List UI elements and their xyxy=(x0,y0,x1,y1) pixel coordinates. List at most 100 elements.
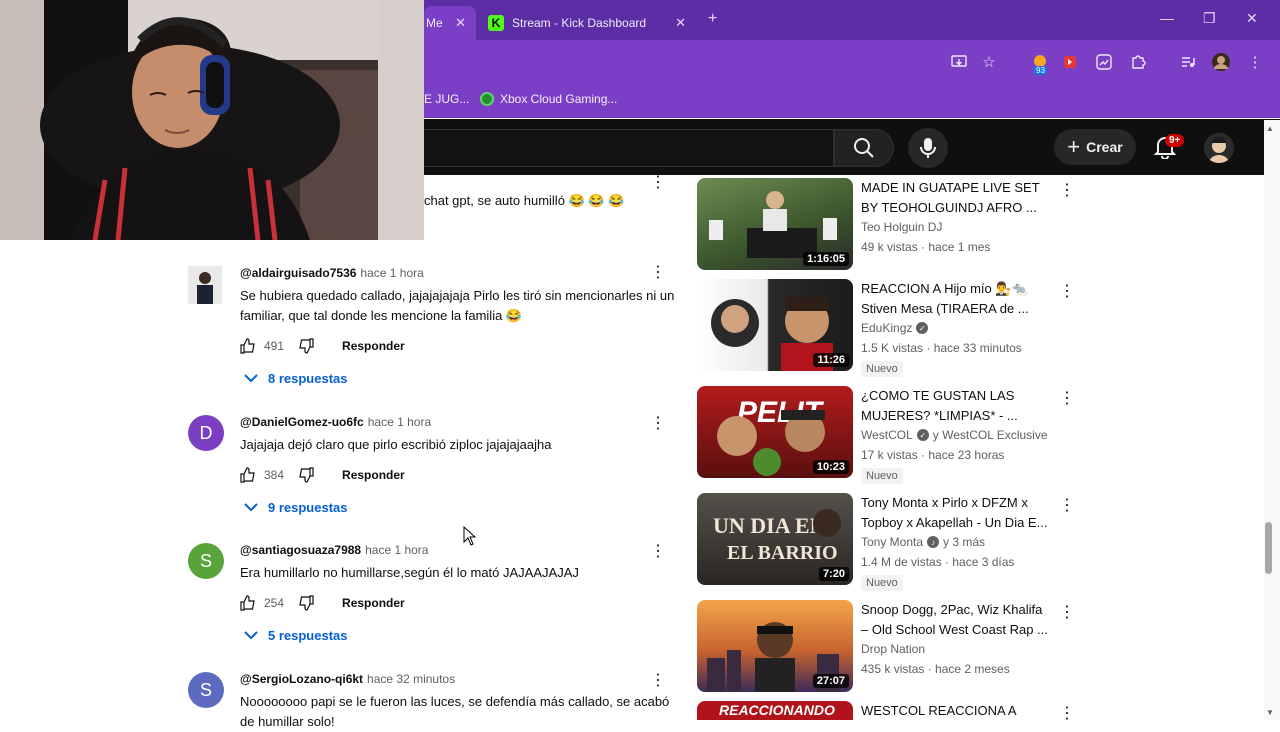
search-icon xyxy=(854,138,874,158)
minimize-button[interactable]: — xyxy=(1160,10,1174,26)
browser-menu-icon[interactable]: ⋮ xyxy=(1245,52,1265,72)
tab-kick-dashboard[interactable]: K Stream - Kick Dashboard ✕ xyxy=(478,6,696,40)
comment-author: @santiagosuaza7988 hace 1 hora xyxy=(240,543,428,557)
new-badge: Nuevo xyxy=(861,361,903,377)
video-thumbnail[interactable]: PELIT 10:23 xyxy=(697,386,853,478)
extension-chart-icon[interactable] xyxy=(1094,52,1114,72)
video-more-icon[interactable]: ⋮ xyxy=(1059,388,1075,408)
video-more-icon[interactable]: ⋮ xyxy=(1059,495,1075,515)
comment-handle[interactable]: @santiagosuaza7988 xyxy=(240,543,361,557)
reply-button[interactable]: Responder xyxy=(342,468,405,482)
scroll-up-arrow-icon[interactable]: ▲ xyxy=(1266,124,1274,133)
related-video[interactable]: PELIT 10:23 ¿COMO TE GUSTAN LAS MUJERES?… xyxy=(697,386,1077,484)
verified-music-icon: ♪ xyxy=(927,536,940,548)
create-button[interactable]: + Crear xyxy=(1054,129,1136,165)
restore-button[interactable]: ❐ xyxy=(1203,10,1216,27)
close-window-button[interactable]: ✕ xyxy=(1246,10,1258,27)
like-button[interactable] xyxy=(240,595,256,611)
replies-toggle[interactable]: 9 respuestas xyxy=(244,500,348,515)
thumbs-up-icon xyxy=(240,595,255,611)
video-thumbnail[interactable]: 1:16:05 xyxy=(697,178,853,270)
comment-handle[interactable]: @aldairguisado7536 xyxy=(240,266,356,280)
comment-more-icon[interactable]: ⋮ xyxy=(650,541,666,561)
comment-time[interactable]: hace 1 hora xyxy=(360,266,423,280)
avatar[interactable] xyxy=(188,266,222,304)
reply-button[interactable]: Responder xyxy=(342,596,405,610)
new-badge: Nuevo xyxy=(861,575,903,591)
video-title[interactable]: Snoop Dogg, 2Pac, Wiz Khalifa – Old Scho… xyxy=(861,600,1051,640)
related-video[interactable]: 11:26 REACCION A Hijo mío 👨‍⚖️🐀 Stiven M… xyxy=(697,279,1077,377)
video-title[interactable]: WESTCOL REACCIONA A xyxy=(861,701,1051,720)
video-thumbnail[interactable]: 11:26 xyxy=(697,279,853,371)
comment-time[interactable]: hace 1 hora xyxy=(365,543,428,557)
replies-toggle[interactable]: 5 respuestas xyxy=(244,628,348,643)
comment-time[interactable]: hace 1 hora xyxy=(368,415,431,429)
like-button[interactable] xyxy=(240,467,256,483)
comment-handle[interactable]: @SergioLozano-qi6kt xyxy=(240,672,363,686)
install-app-icon[interactable] xyxy=(949,52,969,72)
comment-more-icon[interactable]: ⋮ xyxy=(650,262,666,282)
comment-more-icon[interactable]: ⋮ xyxy=(650,670,666,690)
comment-more-icon[interactable]: ⋮ xyxy=(650,172,666,192)
video-channel[interactable]: Tony Monta ♪ y 3 más xyxy=(861,535,985,549)
scroll-down-arrow-icon[interactable]: ▼ xyxy=(1266,708,1274,717)
comment-handle[interactable]: @DanielGomez-uo6fc xyxy=(240,415,364,429)
voice-search-button[interactable] xyxy=(908,128,948,168)
chevron-down-icon xyxy=(244,628,258,643)
media-control-icon[interactable] xyxy=(1178,52,1198,72)
comment-time[interactable]: hace 32 minutos xyxy=(367,672,455,686)
search-button[interactable] xyxy=(834,129,894,167)
video-duration: 27:07 xyxy=(812,674,849,688)
video-thumbnail[interactable]: UN DIA EN EL BARRIO 7:20 xyxy=(697,493,853,585)
related-video[interactable]: UN DIA EN EL BARRIO 7:20 Tony Monta x Pir… xyxy=(697,493,1077,591)
video-more-icon[interactable]: ⋮ xyxy=(1059,703,1075,720)
like-button[interactable] xyxy=(240,338,256,354)
comment-more-icon[interactable]: ⋮ xyxy=(650,413,666,433)
bookmark-xbox[interactable]: Xbox Cloud Gaming... xyxy=(480,92,617,106)
video-meta: 1.4 M de vistas · hace 3 días xyxy=(861,555,1015,569)
related-video[interactable]: 27:07 Snoop Dogg, 2Pac, Wiz Khalifa – Ol… xyxy=(697,600,1077,694)
account-avatar[interactable] xyxy=(1204,133,1234,163)
video-channel[interactable]: WestCOL ✓ y WestCOL Exclusive xyxy=(861,428,1048,442)
video-thumbnail[interactable]: REACCIONANDO xyxy=(697,701,853,720)
comment-text: Noooooooo papi se le fueron las luces, s… xyxy=(240,694,670,729)
profile-avatar-icon[interactable] xyxy=(1211,52,1231,72)
video-thumbnail[interactable]: 27:07 xyxy=(697,600,853,692)
related-video[interactable]: 1:16:05 MADE IN GUATAPE LIVE SET BY TEOH… xyxy=(697,178,1077,272)
video-channel[interactable]: Teo Holguin DJ xyxy=(861,220,942,234)
avatar[interactable]: D xyxy=(188,415,224,451)
extension-red-icon[interactable] xyxy=(1060,52,1080,72)
video-more-icon[interactable]: ⋮ xyxy=(1059,281,1075,301)
tab-label: Me xyxy=(426,16,443,30)
video-duration: 7:20 xyxy=(818,567,849,581)
bookmark-star-icon[interactable]: ☆ xyxy=(979,52,999,72)
extensions-puzzle-icon[interactable] xyxy=(1128,52,1148,72)
bookmark-item[interactable]: E JUG... xyxy=(424,92,469,106)
replies-toggle[interactable]: 8 respuestas xyxy=(244,371,348,386)
video-more-icon[interactable]: ⋮ xyxy=(1059,602,1075,622)
tab-current[interactable]: Me ✕ xyxy=(424,6,476,40)
avatar[interactable]: S xyxy=(188,672,224,708)
avatar[interactable]: S xyxy=(188,543,224,579)
mouse-cursor-icon xyxy=(463,525,477,551)
video-more-icon[interactable]: ⋮ xyxy=(1059,180,1075,200)
video-channel[interactable]: EduKingz ✓ xyxy=(861,321,929,335)
notifications-badge: 9+ xyxy=(1165,134,1185,147)
video-title[interactable]: Tony Monta x Pirlo x DFZM x Topboy x Aka… xyxy=(861,493,1051,533)
page-scrollbar[interactable] xyxy=(1264,120,1280,720)
tab-close-icon[interactable]: ✕ xyxy=(455,15,466,31)
partial-comment-text: chat gpt, se auto humilló 😂 😂 😂 xyxy=(424,193,625,208)
dislike-button[interactable] xyxy=(298,595,314,611)
related-video[interactable]: REACCIONANDO WESTCOL REACCIONA A ⋮ xyxy=(697,701,1077,720)
video-title[interactable]: MADE IN GUATAPE LIVE SET BY TEOHOLGUINDJ… xyxy=(861,178,1051,218)
new-tab-button[interactable]: + xyxy=(708,10,717,28)
dislike-button[interactable] xyxy=(298,338,314,354)
scrollbar-thumb[interactable] xyxy=(1265,522,1272,574)
video-title[interactable]: REACCION A Hijo mío 👨‍⚖️🐀 Stiven Mesa (T… xyxy=(861,279,1051,319)
video-title[interactable]: ¿COMO TE GUSTAN LAS MUJERES? *LIMPIAS* -… xyxy=(861,386,1051,426)
reply-button[interactable]: Responder xyxy=(342,339,405,353)
dislike-button[interactable] xyxy=(298,467,314,483)
tab-close-icon[interactable]: ✕ xyxy=(675,15,686,31)
video-channel[interactable]: Drop Nation xyxy=(861,642,925,656)
search-input[interactable] xyxy=(424,129,834,167)
